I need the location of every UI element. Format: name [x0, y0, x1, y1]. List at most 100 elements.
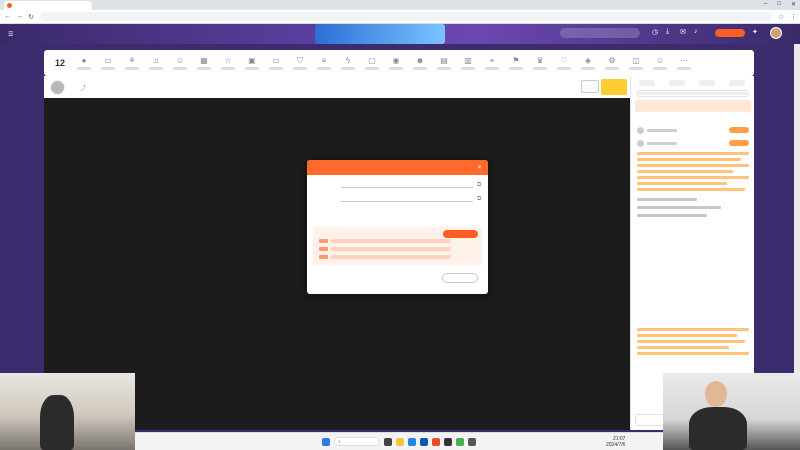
toolbar-item-23[interactable]: ⚙: [602, 53, 622, 73]
event-banner[interactable]: [315, 24, 445, 44]
stream-key-field[interactable]: [341, 195, 473, 202]
toolbar-item-8[interactable]: ▣: [242, 53, 262, 73]
server-address-field[interactable]: [341, 181, 473, 188]
shield-icon: ⛉: [297, 56, 303, 65]
copy-server-icon[interactable]: ⧉: [477, 182, 481, 189]
store-icon[interactable]: [420, 437, 428, 446]
taskbar-search[interactable]: ⌕: [334, 437, 380, 446]
toolbar-item-22[interactable]: ◈: [578, 53, 598, 73]
edge-icon[interactable]: [408, 437, 416, 446]
obs-icon[interactable]: [444, 437, 452, 446]
menu-icon[interactable]: ⋮: [790, 13, 797, 21]
toolbar-item-7[interactable]: ☆: [218, 53, 238, 73]
toolbar-item-4[interactable]: ♫: [146, 53, 166, 73]
browser-tab[interactable]: [4, 1, 92, 10]
toolbar-item-26[interactable]: ⋯: [674, 53, 694, 73]
chat-tab-2[interactable]: [669, 80, 685, 86]
download-button[interactable]: [442, 273, 478, 283]
toolbar-item-13[interactable]: ▢: [362, 53, 382, 73]
chat-search-input[interactable]: [637, 90, 749, 97]
toolbar-item-2[interactable]: ▭: [98, 53, 118, 73]
windows-taskbar: ⌕: [135, 432, 663, 450]
url-input[interactable]: [40, 12, 772, 21]
toolbar-item-17[interactable]: ▥: [458, 53, 478, 73]
app-icon[interactable]: [468, 437, 476, 446]
toolbar-item-15[interactable]: ☻: [410, 53, 430, 73]
chat-event-banner[interactable]: [635, 100, 751, 112]
back-icon[interactable]: ←: [4, 13, 11, 20]
chat-icon: ▭: [104, 56, 112, 65]
bolt-icon: ϟ: [345, 56, 351, 65]
streamer-body: [689, 407, 747, 450]
toolbar-item-20[interactable]: ♛: [530, 53, 550, 73]
stream-settings-modal: ✕ ⧉ ⧉: [307, 160, 488, 294]
toolbar-item-9[interactable]: ▭: [266, 53, 286, 73]
toolbar-item-21[interactable]: ♡: [554, 53, 574, 73]
start-live-button[interactable]: [715, 29, 745, 37]
toolbar-item-6[interactable]: ▦: [194, 53, 214, 73]
chat-user-row[interactable]: [637, 138, 749, 148]
copy-key-icon[interactable]: ⧉: [477, 196, 481, 203]
task-view-icon[interactable]: [384, 437, 392, 446]
chat-tab-3[interactable]: [699, 80, 715, 86]
app-icon[interactable]: [432, 437, 440, 446]
toolbar-item-label: [461, 67, 475, 70]
history-icon[interactable]: ◷: [652, 28, 658, 36]
maximize-icon[interactable]: □: [777, 1, 781, 8]
toolbar-item-label: [557, 67, 571, 70]
toolbar-item-25[interactable]: ☺: [650, 53, 670, 73]
gift-icon[interactable]: ✦: [752, 28, 758, 36]
toolbar-item-14[interactable]: ◉: [386, 53, 406, 73]
music-icon: ♫: [153, 56, 159, 65]
toolbar-item-1[interactable]: ●: [74, 53, 94, 73]
user-icon: ☺: [175, 56, 185, 65]
toolbar-item-5[interactable]: ☺: [170, 53, 190, 73]
share-icon[interactable]: ⤴: [80, 83, 86, 92]
chair-silhouette: [40, 395, 74, 450]
toolbar-item-label: [125, 67, 139, 70]
minimize-icon[interactable]: –: [764, 1, 767, 8]
toolbar-item-3[interactable]: ⚘: [122, 53, 142, 73]
search-icon: ⌕: [338, 438, 341, 445]
toolbar-item-24[interactable]: ◫: [626, 53, 646, 73]
site-search-input[interactable]: [560, 28, 640, 38]
chat-message: [637, 164, 749, 167]
follow-button[interactable]: [581, 80, 599, 93]
chat-user-row[interactable]: [637, 125, 749, 135]
bag-icon: ◫: [632, 56, 640, 65]
document-icon: ▤: [440, 56, 448, 65]
chat-tab-4[interactable]: [729, 80, 745, 86]
toolbar-item-10[interactable]: ⛉: [290, 53, 310, 73]
hamburger-icon[interactable]: ☰: [8, 31, 13, 38]
notification-icon[interactable]: ♪: [694, 28, 698, 35]
streamer-avatar[interactable]: [50, 79, 65, 95]
close-icon[interactable]: ✕: [791, 1, 796, 8]
chrome-icon[interactable]: [456, 437, 464, 446]
toolbar-item-12[interactable]: ϟ: [338, 53, 358, 73]
toolbar-item-11[interactable]: ≡: [314, 53, 334, 73]
user-avatar[interactable]: [770, 27, 782, 39]
toolbar-item-label: [221, 67, 235, 70]
reload-icon[interactable]: ↻: [28, 13, 34, 21]
close-icon[interactable]: ✕: [477, 164, 482, 171]
message-icon[interactable]: ✉: [680, 28, 686, 36]
windows-start-icon[interactable]: [322, 437, 330, 446]
download-icon[interactable]: ⤓: [666, 28, 669, 36]
file-explorer-icon[interactable]: [396, 437, 404, 446]
taskbar-clock[interactable]: 21:07 2024/7/6: [606, 436, 625, 448]
toolbar-item-label: [509, 67, 523, 70]
install-button[interactable]: [443, 230, 478, 238]
toolbar-item-16[interactable]: ▤: [434, 53, 454, 73]
forward-icon[interactable]: →: [16, 13, 23, 20]
chat-message: [637, 206, 721, 209]
chat-message: [637, 334, 737, 337]
chat-tab-1[interactable]: [639, 80, 655, 86]
toolbar-item-19[interactable]: ⚑: [506, 53, 526, 73]
toolbar-item-label: [533, 67, 547, 70]
settings-icon: ⚙: [608, 56, 616, 65]
star-icon[interactable]: ☆: [778, 13, 784, 21]
toolbar-item-label: [269, 67, 283, 70]
toolbar-item-18[interactable]: ⌖: [482, 53, 502, 73]
sponsor-badge[interactable]: [601, 79, 627, 95]
toolbar-item-label: [629, 67, 643, 70]
